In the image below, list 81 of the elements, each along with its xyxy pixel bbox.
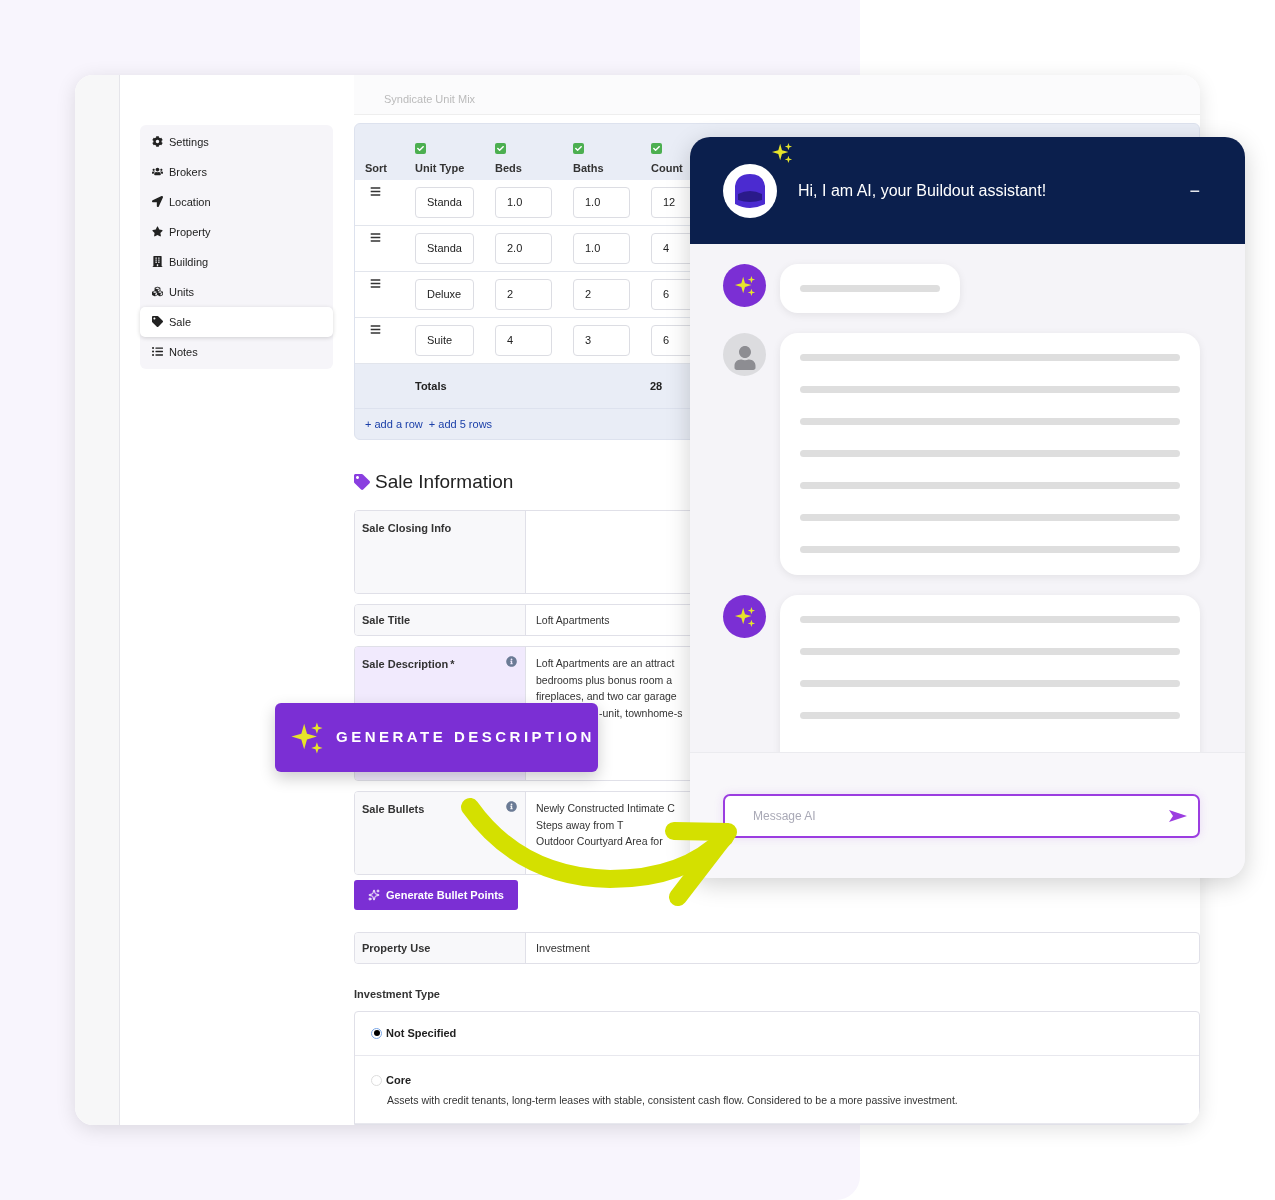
send-icon[interactable] [1168,808,1188,823]
people-icon [152,166,163,178]
sidebar-item[interactable]: Settings [140,126,333,157]
table-input[interactable]: 1.0 [495,186,552,218]
field-value: Investment [536,941,590,956]
table-input[interactable]: 4 [495,324,552,356]
generate-description-button[interactable]: GENERATE DESCRIPTION [275,703,598,772]
table-input[interactable]: 1.0 [573,186,630,218]
column-header: Unit Type [415,161,466,177]
sidebar-item[interactable]: Notes [140,336,333,367]
column-header: Baths [573,161,605,177]
field-text-line: Loft Apartments [536,613,610,628]
sidebar-item[interactable]: Sale [140,306,333,337]
drag-handle-icon[interactable] [370,231,381,243]
generate-bullets-button[interactable]: Generate Bullet Points [354,880,518,911]
field-label: Sale Bullets [362,802,425,818]
option-description: Assets with credit tenants, long-term leases with stable, consistent cash flow. Considered to be a more passive investment. [386,1093,959,1109]
add-row-link[interactable]: + add a row [365,415,423,432]
tag-icon [152,316,163,328]
sidebar-item[interactable]: Location [140,186,333,217]
sidebar-item[interactable]: Building [140,246,333,277]
totals-count: 28 [650,378,663,394]
sidebar-item[interactable]: Property [140,216,333,247]
table-input[interactable]: 1.0 [573,232,630,264]
chat-title: Hi, I am AI, your Buildout assistant! [798,180,1048,201]
field-label: Sale Title [362,613,411,628]
option-label: Core [386,1072,412,1088]
table-input[interactable]: 2 [495,278,552,310]
option-label: Not Specified [386,1026,457,1041]
column-header: Beds [495,161,523,177]
table-input[interactable]: Deluxe [415,278,474,310]
list-icon [152,346,163,358]
sidebar-item[interactable]: Units [140,276,333,307]
column-checkbox[interactable] [651,143,662,155]
field-text-line: fireplaces, and two car garage [536,689,677,705]
message-input[interactable]: Message AI [723,793,1200,838]
sparkle-icon [733,274,756,297]
tag-icon [354,474,370,490]
info-icon[interactable] [506,801,517,813]
minimize-button[interactable]: − [1189,181,1200,200]
drag-handle-icon[interactable] [370,185,381,197]
table-input[interactable]: Standa [415,232,474,264]
field-text-line: Outdoor Courtyard Area for [536,834,663,850]
column-checkbox[interactable] [415,143,426,155]
syndicate-label: Syndicate Unit Mix [384,92,476,108]
field-label: Sale Description * [362,657,455,673]
field-text-line: Newly Constructed Intimate C [536,801,675,817]
settings-icon [152,136,163,148]
field-text-line: Steps away from T [536,817,624,833]
column-checkbox[interactable] [573,143,584,155]
column-checkbox[interactable] [495,143,506,155]
sparkles-icon [368,889,380,902]
field-label: Sale Closing Info [362,521,452,537]
sparkle-icon [733,605,756,628]
drag-handle-icon[interactable] [370,277,381,289]
table-input[interactable]: Suite [415,324,474,356]
location-arrow-icon [152,196,163,208]
table-input[interactable]: 3 [573,324,630,356]
radio-button[interactable] [371,1027,382,1039]
table-input[interactable]: 2.0 [495,232,552,264]
field-label: Property Use [362,941,431,956]
drag-handle-icon[interactable] [370,323,381,335]
field-text-line: -unit, townhome-s [599,705,683,721]
mascot-avatar-icon [723,163,777,218]
cubes-icon [152,286,163,298]
table-input[interactable]: Standa [415,186,474,218]
section-heading: Sale Information [375,469,514,494]
column-header: Count [651,161,684,177]
column-header: Sort [365,161,388,177]
info-icon[interactable] [506,656,517,668]
group-label: Investment Type [354,987,441,1003]
totals-label: Totals [415,378,448,394]
field-text-line: Loft Apartments are an attract [536,656,675,672]
sparkle-icon [771,141,793,164]
sidebar-item[interactable]: Brokers [140,156,333,187]
building-icon [152,256,163,268]
table-input[interactable]: 2 [573,278,630,310]
star-icon [152,226,163,238]
add-row-link[interactable]: + add 5 rows [428,415,493,432]
user-avatar [723,333,766,376]
field-text-line: bedrooms plus bonus room a [536,672,672,688]
